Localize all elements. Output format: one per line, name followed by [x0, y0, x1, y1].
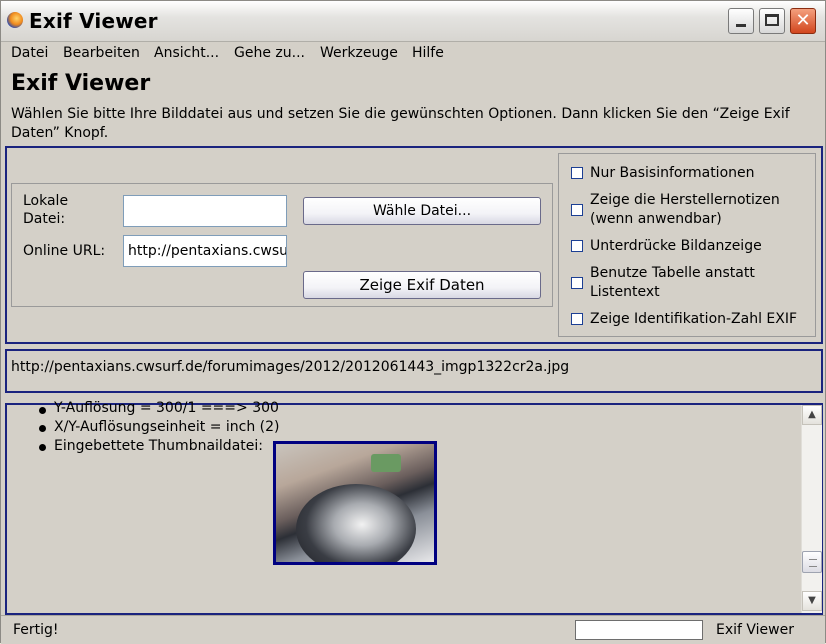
show-exif-id-label: Zeige Identifikation-Zahl EXIF — [590, 311, 798, 327]
show-exif-id-checkbox[interactable] — [571, 313, 583, 325]
status-progress-box — [575, 620, 703, 640]
online-url-input[interactable]: http://pentaxians.cwsurf.de/forumimages/… — [123, 235, 287, 267]
title-bar[interactable]: Exif Viewer ✕ — [1, 1, 825, 42]
output-item-y-resolution: Y-Auflösung = 300/1 ===> 300 — [54, 400, 279, 416]
status-bar: Fertig! Exif Viewer — [1, 615, 825, 644]
choose-file-button[interactable]: Wähle Datei... — [303, 197, 541, 225]
intro-text: Wählen Sie bitte Ihre Bilddatei aus und … — [11, 106, 790, 141]
current-url-text: http://pentaxians.cwsurf.de/forumimages/… — [11, 359, 570, 375]
show-exif-button[interactable]: Zeige Exif Daten — [303, 271, 541, 299]
basic-info-label: Nur Basisinformationen — [590, 165, 755, 181]
use-table-label: Benutze Tabelle anstatt Listentext — [590, 265, 755, 300]
window-title: Exif Viewer — [29, 9, 158, 33]
status-app-name: Exif Viewer — [716, 622, 794, 638]
bullet-icon — [39, 425, 46, 432]
thumbnail-picture — [276, 444, 434, 562]
close-button[interactable]: ✕ — [790, 8, 816, 34]
maker-notes-label: Zeige die Herstellernotizen (wenn anwend… — [590, 192, 780, 227]
output-item-resolution-unit: X/Y-Auflösungseinheit = inch (2) — [54, 419, 280, 435]
online-url-label: Online URL: — [23, 243, 106, 259]
scroll-up-button[interactable]: ▲ — [802, 405, 822, 425]
basic-info-checkbox[interactable] — [571, 167, 583, 179]
menu-datei[interactable]: Datei — [11, 45, 48, 61]
maximize-button[interactable] — [759, 8, 785, 34]
suppress-image-label: Unterdrücke Bildanzeige — [590, 238, 762, 254]
menu-ansicht[interactable]: Ansicht... — [154, 45, 219, 61]
suppress-image-checkbox[interactable] — [571, 240, 583, 252]
output-item-thumbnail: Eingebettete Thumbnaildatei: — [54, 438, 263, 454]
minimize-button[interactable] — [728, 8, 754, 34]
scroll-down-button[interactable]: ▼ — [802, 591, 822, 611]
status-text: Fertig! — [13, 622, 59, 638]
thumbnail-image — [273, 441, 437, 565]
bullet-icon — [39, 407, 46, 414]
use-table-checkbox[interactable] — [571, 277, 583, 289]
menu-bearbeiten[interactable]: Bearbeiten — [63, 45, 140, 61]
app-window: Exif Viewer ✕ Datei Bearbeiten Ansicht..… — [0, 0, 826, 644]
menu-gehe-zu[interactable]: Gehe zu... — [234, 45, 305, 61]
local-file-label: Lokale Datei: — [23, 193, 69, 227]
scroll-thumb[interactable] — [802, 551, 822, 573]
page-title: Exif Viewer — [11, 71, 151, 96]
maker-notes-checkbox[interactable] — [571, 204, 583, 216]
menu-hilfe[interactable]: Hilfe — [412, 45, 444, 61]
app-icon — [7, 12, 23, 28]
local-file-input[interactable] — [123, 195, 287, 227]
output-scrollbar[interactable]: ▲ ▼ — [801, 405, 822, 613]
menu-werkzeuge[interactable]: Werkzeuge — [320, 45, 398, 61]
bullet-icon — [39, 444, 46, 451]
close-icon: ✕ — [795, 10, 811, 31]
